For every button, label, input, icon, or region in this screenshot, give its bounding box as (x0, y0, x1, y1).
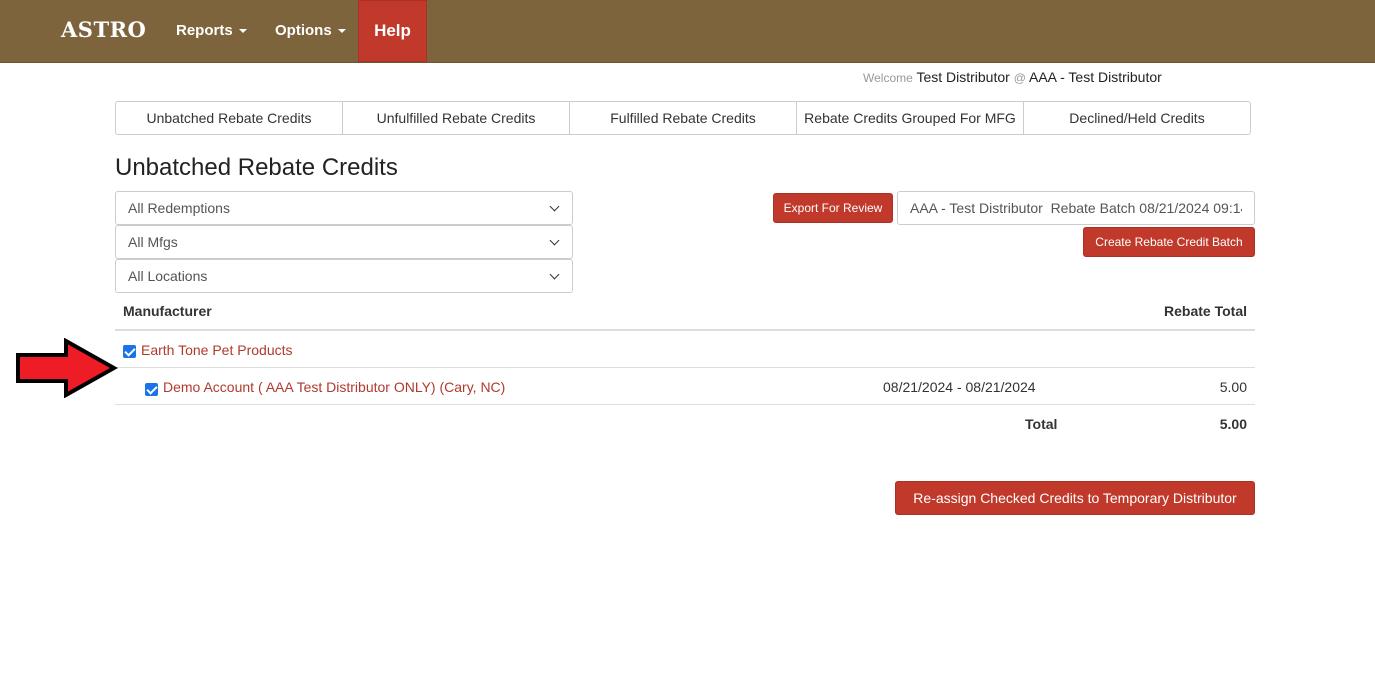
account-rebate-total: 5.00 (1219, 379, 1247, 395)
total-row: Total 5.00 (115, 405, 1255, 442)
welcome-at: @ (1013, 71, 1026, 85)
caret-down-icon (238, 29, 247, 34)
reports-menu[interactable]: Reports (176, 22, 247, 39)
credit-tabs: Unbatched Rebate Credits Unfulfilled Reb… (115, 101, 1251, 135)
col-rebate-total: Rebate Total (1164, 303, 1247, 319)
tab-unbatched[interactable]: Unbatched Rebate Credits (115, 101, 343, 135)
account-row: Demo Account ( AAA Test Distributor ONLY… (115, 368, 1255, 405)
locations-select-value: All Locations (128, 268, 208, 284)
create-batch-button[interactable]: Create Rebate Credit Batch (1083, 227, 1255, 257)
tab-declined-held[interactable]: Declined/Held Credits (1023, 101, 1251, 135)
account-checkbox[interactable] (145, 383, 158, 396)
total-value: 5.00 (1219, 416, 1247, 432)
options-menu[interactable]: Options (275, 22, 346, 39)
welcome-line: Welcome Test Distributor @ AAA - Test Di… (863, 69, 1162, 85)
chevron-down-icon (549, 269, 560, 279)
total-label: Total (1025, 416, 1058, 432)
export-for-review-button[interactable]: Export For Review (773, 193, 893, 223)
redemptions-select[interactable]: All Redemptions (115, 191, 573, 225)
help-button[interactable]: Help (358, 0, 427, 62)
page-title: Unbatched Rebate Credits (115, 154, 398, 181)
tab-grouped-for-mfg[interactable]: Rebate Credits Grouped For MFG (796, 101, 1024, 135)
rebate-table: Manufacturer Rebate Total Earth Tone Pet… (115, 293, 1255, 442)
table-header: Manufacturer Rebate Total (115, 293, 1255, 331)
reports-menu-label: Reports (176, 22, 233, 39)
manufacturer-row: Earth Tone Pet Products (115, 331, 1255, 368)
locations-select[interactable]: All Locations (115, 259, 573, 293)
redemptions-select-value: All Redemptions (128, 200, 230, 216)
col-manufacturer: Manufacturer (123, 303, 212, 319)
options-menu-label: Options (275, 22, 332, 39)
brand-logo[interactable]: ASTRO (61, 17, 146, 42)
chevron-down-icon (549, 235, 560, 245)
mfgs-select-value: All Mfgs (128, 234, 178, 250)
welcome-user: Test Distributor (916, 69, 1010, 85)
welcome-company: AAA - Test Distributor (1029, 69, 1162, 85)
caret-down-icon (337, 29, 346, 34)
chevron-down-icon (549, 201, 560, 211)
arrow-right-icon (16, 338, 118, 398)
manufacturer-checkbox[interactable] (123, 345, 136, 358)
account-date-range: 08/21/2024 - 08/21/2024 (883, 379, 1036, 395)
reassign-credits-button[interactable]: Re-assign Checked Credits to Temporary D… (895, 481, 1255, 515)
manufacturer-link[interactable]: Earth Tone Pet Products (141, 342, 293, 358)
mfgs-select[interactable]: All Mfgs (115, 225, 573, 259)
account-link[interactable]: Demo Account ( AAA Test Distributor ONLY… (163, 379, 505, 395)
welcome-prefix: Welcome (863, 71, 913, 85)
navbar: ASTRO Reports Options Help (0, 0, 1375, 63)
tab-fulfilled[interactable]: Fulfilled Rebate Credits (569, 101, 797, 135)
tab-unfulfilled[interactable]: Unfulfilled Rebate Credits (342, 101, 570, 135)
batch-name-input[interactable] (897, 191, 1255, 225)
